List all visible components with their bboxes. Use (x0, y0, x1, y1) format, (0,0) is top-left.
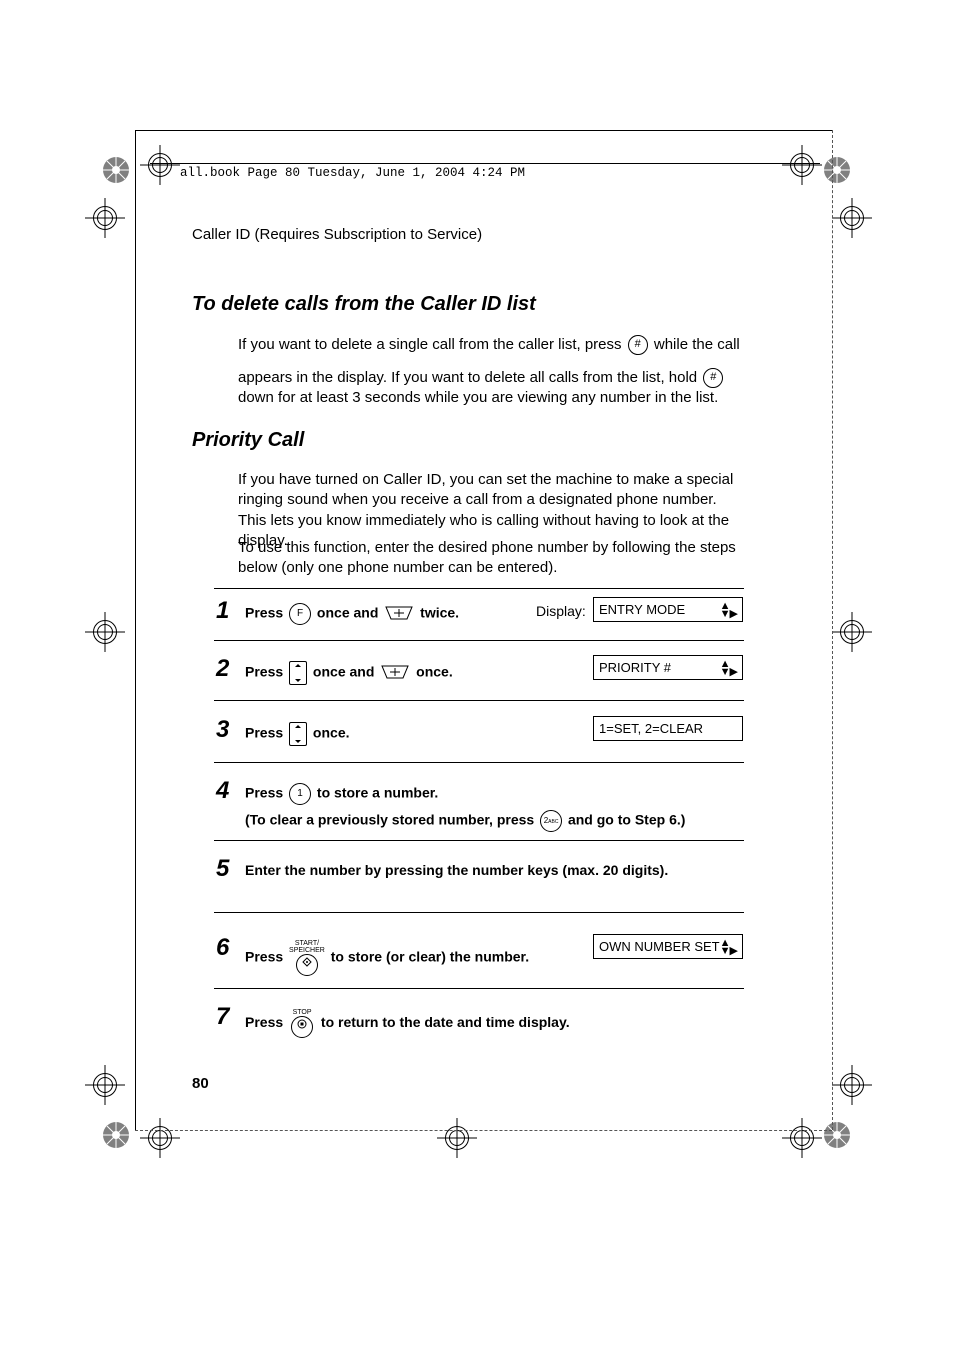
registration-mark-icon (832, 1065, 872, 1105)
registration-mark-icon (832, 198, 872, 238)
delete-paragraph-1: If you want to delete a single call from… (238, 335, 744, 355)
running-head: Caller ID (Requires Subscription to Serv… (192, 226, 482, 243)
updown-key-icon (289, 722, 307, 746)
text: Press (245, 605, 287, 621)
section-title-delete: To delete calls from the Caller ID list (192, 293, 536, 316)
text: once. (309, 725, 349, 741)
text: Press (245, 949, 287, 965)
step-7-text: Press STOP to return to the date and tim… (245, 1009, 745, 1038)
start-key-icon: START/ SPEICHER (289, 940, 325, 976)
text: Press (245, 725, 287, 741)
text: while the call (650, 336, 740, 353)
stop-key-symbol-icon (291, 1016, 313, 1038)
hash-key-icon: # (703, 368, 723, 388)
rule (214, 762, 744, 763)
text: Press (245, 785, 287, 801)
text: down for at least 3 seconds while you ar… (238, 389, 718, 406)
text: once and (309, 664, 378, 680)
header-rule (150, 163, 820, 164)
step-number: 2 (216, 655, 229, 683)
priority-paragraph-2: To use this function, enter the desired … (238, 538, 744, 579)
section-title-priority: Priority Call (192, 429, 304, 452)
arrow-icons: ▲▼▶ (720, 602, 737, 618)
text: Press (245, 1014, 287, 1030)
one-key-icon: 1 (289, 783, 311, 805)
text: once and (313, 605, 382, 621)
crop-line (832, 130, 833, 1130)
text: to return to the date and time display. (317, 1014, 570, 1030)
delete-paragraph-2: appears in the display. If you want to d… (238, 368, 744, 409)
arrow-icons: ▲▼▶ (720, 939, 737, 955)
text: Press (245, 664, 287, 680)
step-number: 3 (216, 716, 229, 744)
arrow-icons: ▲▼▶ (720, 660, 737, 676)
registration-mark-icon (85, 198, 125, 238)
rule (214, 588, 744, 589)
crop-line (135, 1130, 832, 1131)
registration-mark-icon (85, 1065, 125, 1105)
lcd-text: PRIORITY # (599, 660, 671, 675)
step-5-text: Enter the number by pressing the number … (245, 862, 745, 878)
updown-key-icon (289, 661, 307, 685)
rule (214, 912, 744, 913)
crop-frame (135, 130, 833, 1131)
step-number: 7 (216, 1003, 229, 1031)
rule (214, 700, 744, 701)
rule (214, 840, 744, 841)
registration-mark-icon (85, 612, 125, 652)
step-4-text: Press 1 to store a number. (245, 783, 745, 805)
text: twice. (416, 605, 459, 621)
registration-mark-icon (832, 612, 872, 652)
text: (To clear a previously stored number, pr… (245, 812, 538, 828)
up-trapezoid-key-icon (384, 605, 414, 624)
start-key-symbol-icon (296, 954, 318, 976)
display-label: Display: (536, 603, 586, 619)
stop-key-icon: STOP (289, 1009, 315, 1038)
lcd-entry-mode: ENTRY MODE ▲▼▶ (593, 597, 743, 622)
page-number: 80 (192, 1075, 209, 1092)
down-trapezoid-key-icon (380, 664, 410, 683)
text: appears in the display. If you want to d… (238, 369, 701, 386)
step-4-subtext: (To clear a previously stored number, pr… (245, 810, 745, 832)
two-key-icon: 2ABC (540, 810, 562, 832)
lcd-priority: PRIORITY # ▲▼▶ (593, 655, 743, 680)
rule (214, 988, 744, 989)
lcd-own-number: OWN NUMBER SET ▲▼▶ (593, 934, 743, 959)
hash-key-icon: # (628, 335, 648, 355)
text: to store a number. (313, 785, 438, 801)
lcd-text: OWN NUMBER SET (599, 939, 720, 954)
step-number: 1 (216, 597, 229, 625)
text: once. (412, 664, 452, 680)
print-star-icon (101, 1120, 131, 1150)
print-header-text: all.book Page 80 Tuesday, June 1, 2004 4… (176, 166, 529, 180)
lcd-set-clear: 1=SET, 2=CLEAR (593, 716, 743, 741)
lcd-text: ENTRY MODE (599, 602, 685, 617)
text: to store (or clear) the number. (327, 949, 529, 965)
f-key-icon: F (289, 603, 311, 625)
step-number: 6 (216, 934, 229, 962)
step-number: 5 (216, 855, 229, 883)
rule (214, 640, 744, 641)
step-number: 4 (216, 777, 229, 805)
text: and go to Step 6.) (564, 812, 685, 828)
text: If you want to delete a single call from… (238, 336, 626, 353)
page: all.book Page 80 Tuesday, June 1, 2004 4… (0, 0, 954, 1351)
lcd-text: 1=SET, 2=CLEAR (599, 721, 703, 736)
print-star-icon (101, 155, 131, 185)
